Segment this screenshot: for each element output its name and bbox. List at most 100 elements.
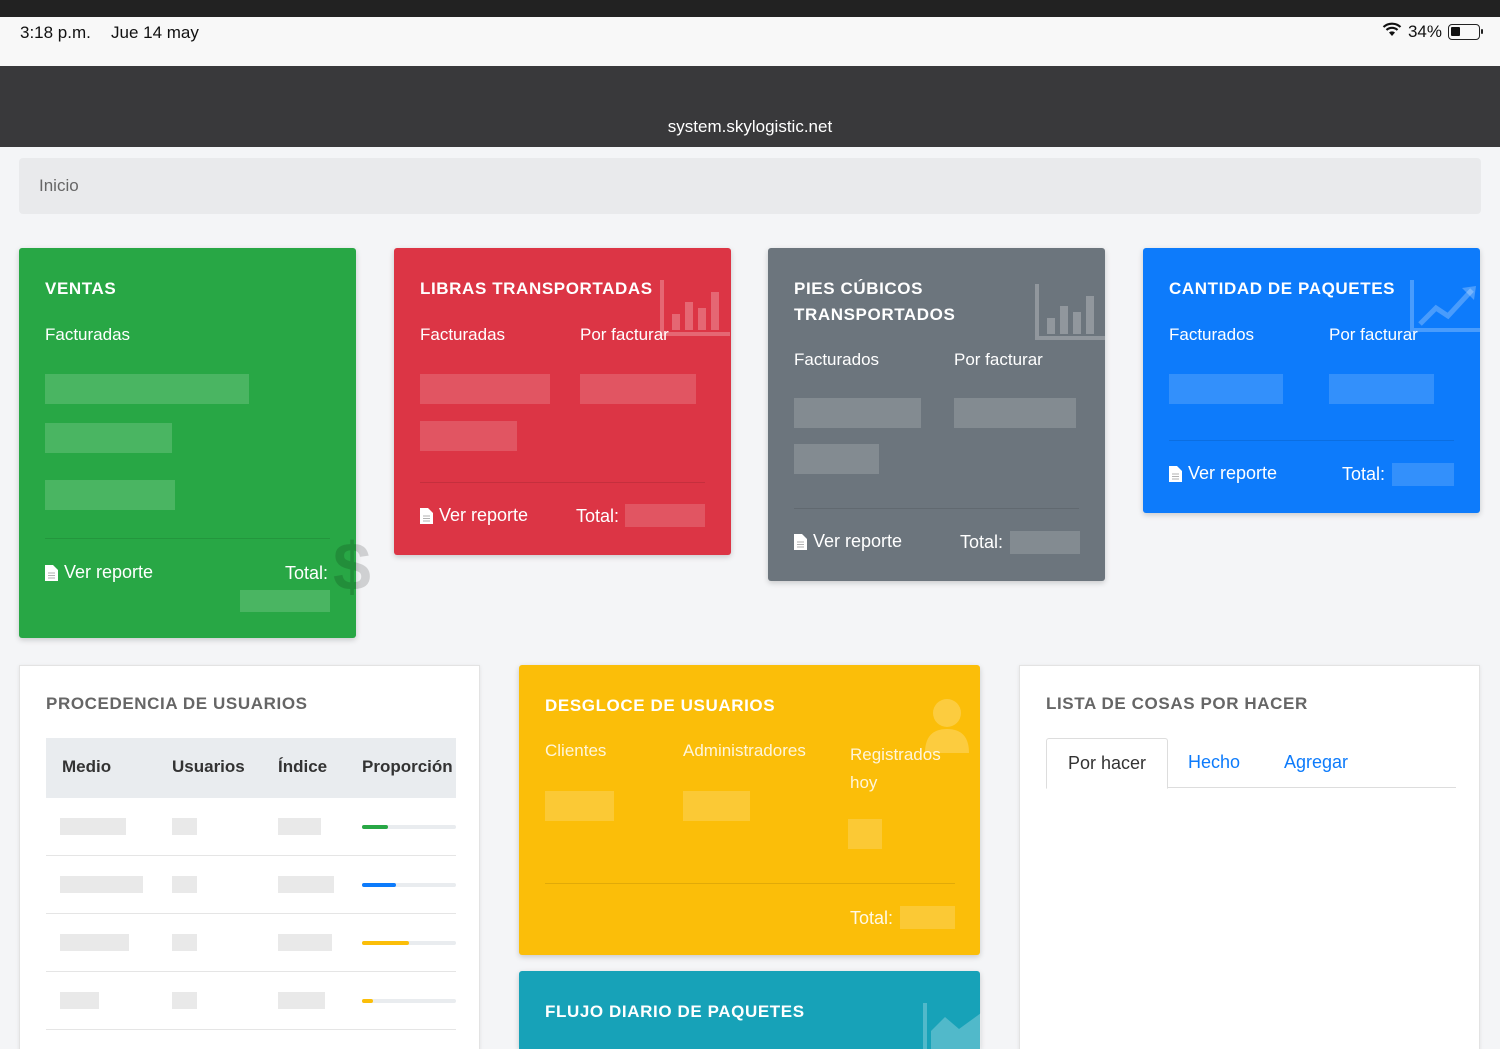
pies-report-label[interactable]: Ver reporte <box>813 531 902 552</box>
indice-placeholder <box>278 934 332 951</box>
paquetes-facturados-label: Facturados <box>1169 325 1255 344</box>
desgloce-administradores-label: Administradores <box>683 741 806 760</box>
document-icon <box>1169 465 1182 482</box>
status-time: 3:18 p.m. <box>20 23 91 42</box>
usuarios-placeholder <box>172 934 197 951</box>
paquetes-por-facturar-label: Por facturar <box>1329 325 1418 344</box>
card-divider <box>794 508 1079 509</box>
libras-total-label: Total: <box>576 506 620 526</box>
value-placeholder <box>45 374 249 404</box>
value-placeholder <box>545 791 614 821</box>
procedencia-title: PROCEDENCIA DE USUARIOS <box>46 694 308 713</box>
usuarios-placeholder <box>172 818 197 835</box>
desgloce-total-label: Total: <box>850 908 894 928</box>
bar-chart-icon <box>660 280 730 336</box>
ventas-total-label: Total: <box>285 563 329 583</box>
value-placeholder <box>1169 374 1283 404</box>
value-placeholder <box>580 374 696 404</box>
value-placeholder <box>848 819 882 849</box>
proportion-fill <box>362 883 396 887</box>
lista-panel: LISTA DE COSAS POR HACER Por hacer Hecho… <box>1019 665 1480 1049</box>
pies-title: PIES CÚBICOS TRANSPORTADOS <box>794 276 955 328</box>
table-row <box>46 972 456 1030</box>
proportion-fill <box>362 999 374 1003</box>
paquetes-report-label[interactable]: Ver reporte <box>1188 463 1277 484</box>
value-placeholder <box>683 791 750 821</box>
battery-icon <box>1448 24 1483 40</box>
indice-placeholder <box>278 876 334 893</box>
proportion-bar <box>362 825 456 829</box>
value-placeholder <box>794 398 921 428</box>
table-row <box>46 798 456 856</box>
flujo-title: FLUJO DIARIO DE PAQUETES <box>545 1002 805 1021</box>
medio-placeholder <box>60 934 129 951</box>
value-placeholder <box>1329 374 1434 404</box>
browser-url-bar[interactable]: system.skylogistic.net <box>0 66 1500 147</box>
paquetes-report-link[interactable]: Ver reporte <box>1169 463 1277 484</box>
header-proporcion[interactable]: Proporción <box>362 757 453 777</box>
flujo-card: FLUJO DIARIO DE PAQUETES <box>519 971 981 1049</box>
document-icon <box>420 507 433 524</box>
lista-title: LISTA DE COSAS POR HACER <box>1046 694 1308 713</box>
lista-tabs: Por hacer Hecho Agregar <box>1046 738 1456 789</box>
wifi-icon <box>1382 22 1402 42</box>
registrados-line2: hoy <box>850 773 878 792</box>
pies-report-link[interactable]: Ver reporte <box>794 531 902 552</box>
pies-por-facturar-label: Por facturar <box>954 350 1043 369</box>
total-placeholder <box>900 906 955 929</box>
value-placeholder <box>420 374 550 404</box>
area-chart-icon <box>923 1003 981 1049</box>
proportion-fill <box>362 941 409 945</box>
libras-report-link[interactable]: Ver reporte <box>420 505 528 526</box>
desgloce-clientes-label: Clientes <box>545 741 607 760</box>
total-placeholder <box>240 590 330 612</box>
pies-facturados-label: Facturados <box>794 350 880 369</box>
pies-card: PIES CÚBICOS TRANSPORTADOS Facturados Po… <box>768 248 1105 581</box>
card-divider <box>545 883 955 884</box>
total-placeholder <box>1010 531 1080 554</box>
value-placeholder <box>45 423 172 453</box>
tab-agregar[interactable]: Agregar <box>1263 738 1369 788</box>
libras-card: LIBRAS TRANSPORTADAS Facturadas Por fact… <box>394 248 731 555</box>
usuarios-placeholder <box>172 992 197 1009</box>
device-top-edge <box>0 0 1500 17</box>
indice-placeholder <box>278 992 325 1009</box>
paquetes-title: CANTIDAD DE PAQUETES <box>1169 279 1396 298</box>
value-placeholder <box>420 421 517 451</box>
medio-placeholder <box>60 818 126 835</box>
url-text[interactable]: system.skylogistic.net <box>0 117 1500 137</box>
table-row <box>46 914 456 972</box>
pies-title-line1: PIES CÚBICOS <box>794 279 924 298</box>
header-usuarios[interactable]: Usuarios <box>172 757 245 777</box>
card-divider <box>45 538 330 539</box>
tab-hecho[interactable]: Hecho <box>1167 738 1261 788</box>
value-placeholder <box>794 444 879 474</box>
medio-placeholder <box>60 876 143 893</box>
total-placeholder <box>625 504 705 527</box>
desgloce-title: DESGLOCE DE USUARIOS <box>545 696 776 715</box>
header-indice[interactable]: Índice <box>278 757 327 777</box>
procedencia-panel: PROCEDENCIA DE USUARIOS Medio Usuarios Í… <box>19 665 480 1049</box>
proportion-bar <box>362 883 456 887</box>
libras-facturadas-label: Facturadas <box>420 325 506 344</box>
total-placeholder <box>1392 463 1454 486</box>
table-row <box>46 856 456 914</box>
battery-percent: 34% <box>1407 22 1442 41</box>
dollar-icon: $ <box>333 532 371 596</box>
bar-chart-icon <box>1035 284 1105 340</box>
ventas-report-link[interactable]: Ver reporte <box>45 562 153 583</box>
paquetes-card: CANTIDAD DE PAQUETES Facturados Por fact… <box>1143 248 1480 513</box>
ventas-facturadas-label: Facturadas <box>45 325 131 344</box>
ventas-title: VENTAS <box>45 279 117 298</box>
breadcrumb-inicio[interactable]: Inicio <box>39 176 79 195</box>
libras-title: LIBRAS TRANSPORTADAS <box>420 279 653 298</box>
tab-por-hacer[interactable]: Por hacer <box>1046 738 1169 789</box>
pies-total-label: Total: <box>960 532 1004 552</box>
usuarios-placeholder <box>172 876 197 893</box>
ventas-report-label[interactable]: Ver reporte <box>64 562 153 583</box>
libras-por-facturar-label: Por facturar <box>580 325 669 344</box>
header-medio[interactable]: Medio <box>62 757 111 777</box>
document-icon <box>794 533 807 550</box>
libras-report-label[interactable]: Ver reporte <box>439 505 528 526</box>
registrados-line1: Registrados <box>850 745 941 764</box>
